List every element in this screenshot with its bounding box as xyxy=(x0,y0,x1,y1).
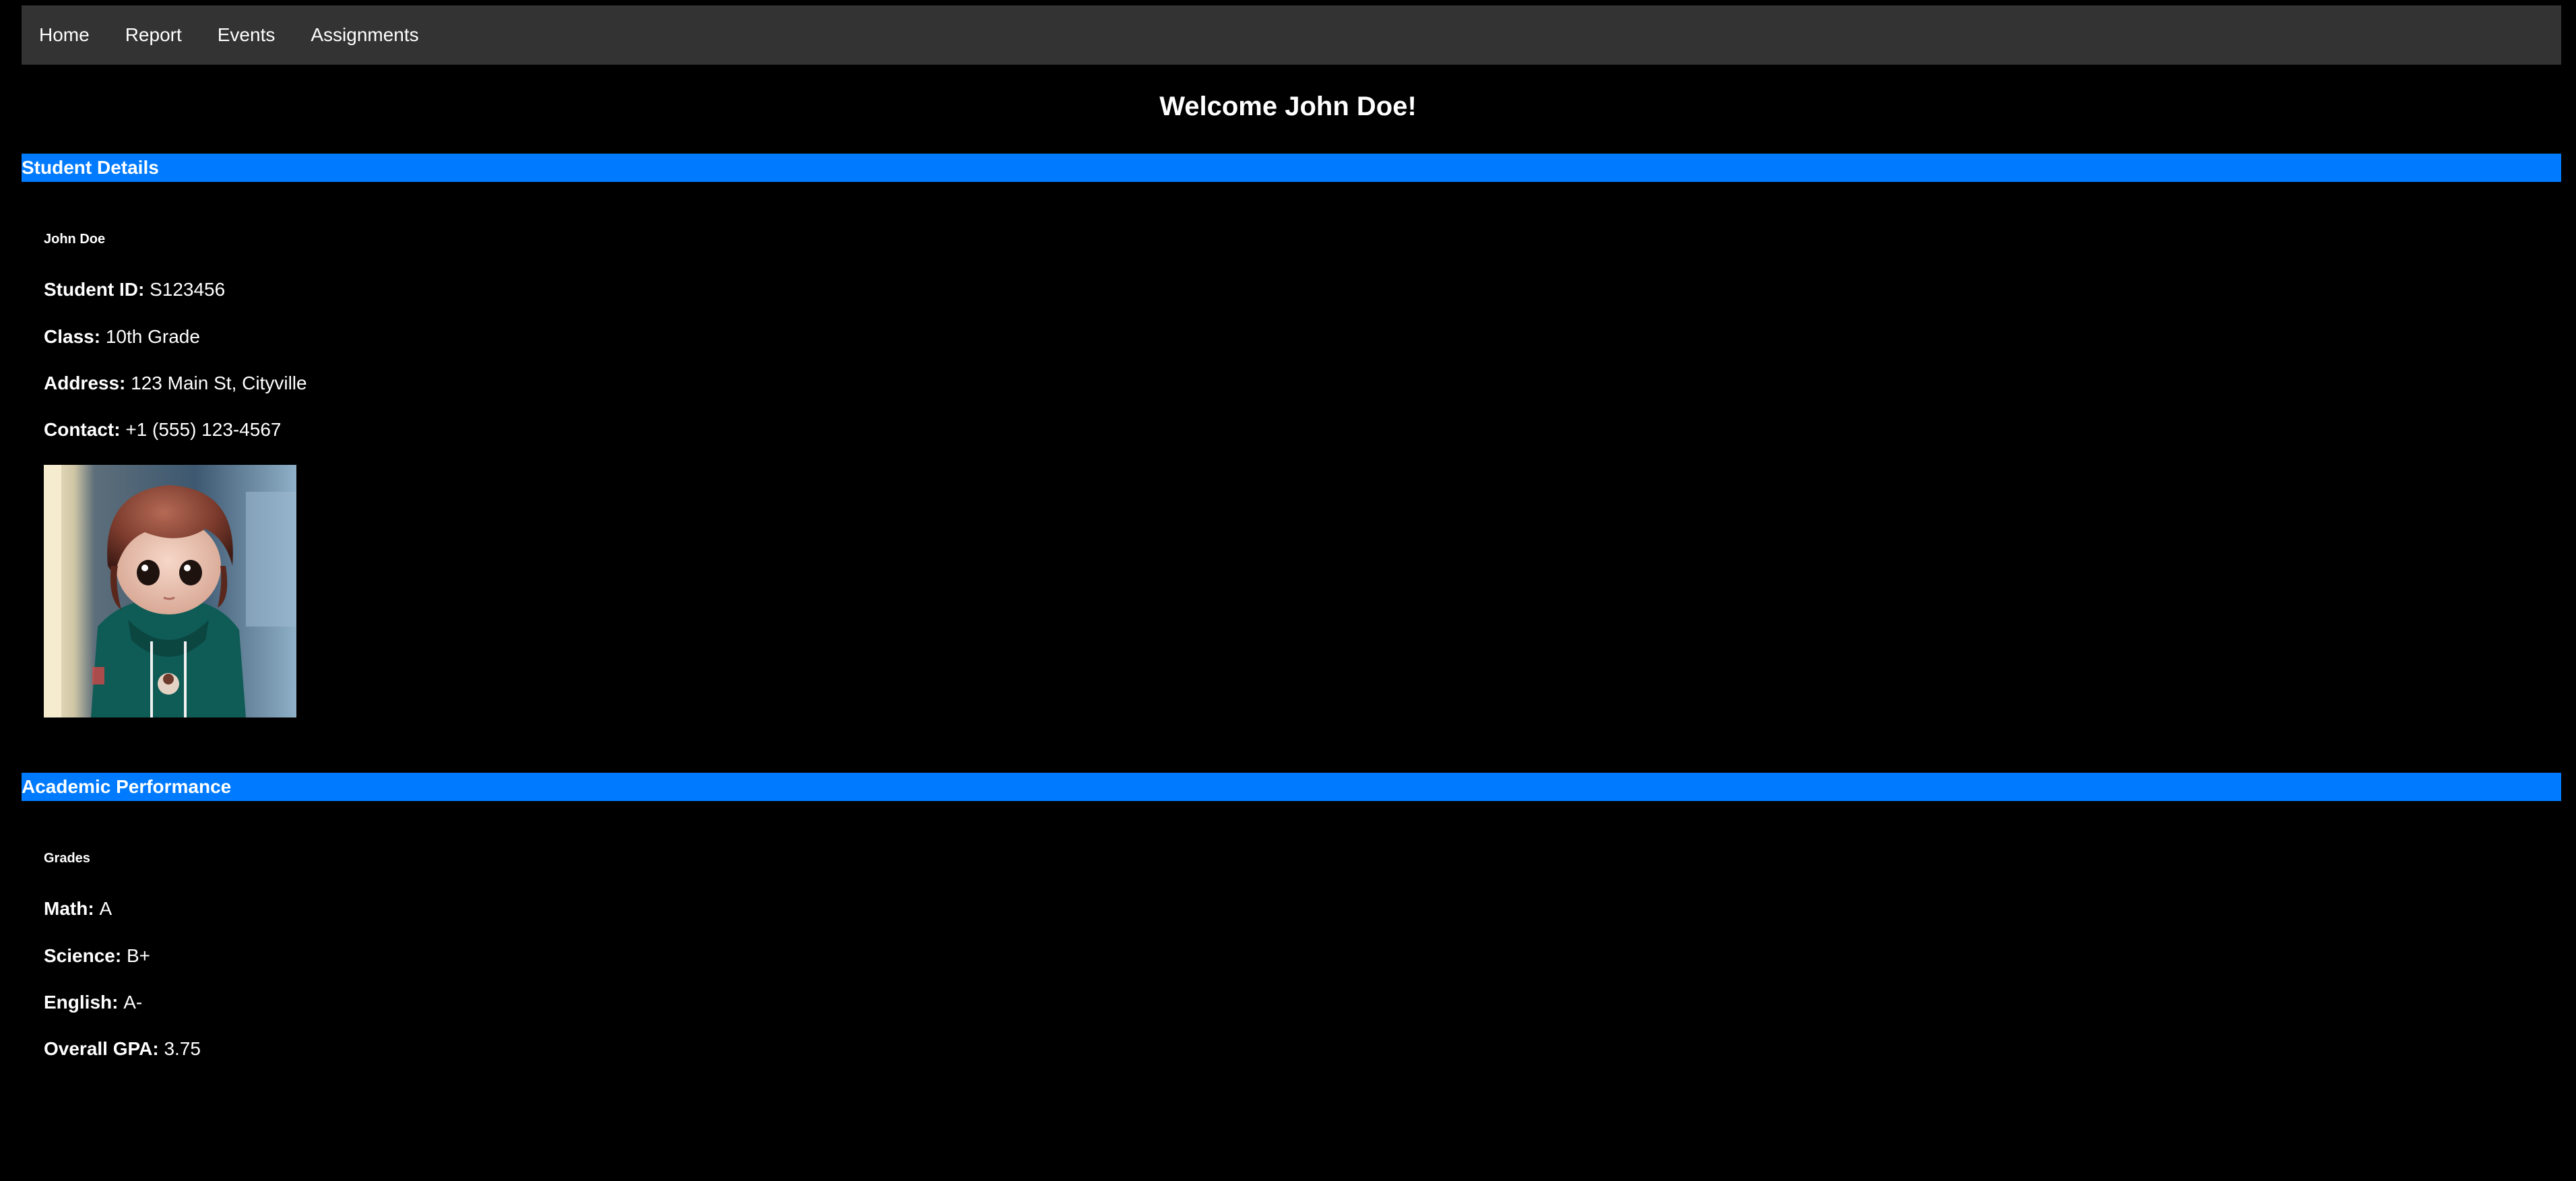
math-label: Math: xyxy=(44,898,100,919)
welcome-heading: Welcome John Doe! xyxy=(1159,92,1417,121)
student-photo xyxy=(44,465,296,717)
nav-home-link[interactable]: Home xyxy=(39,24,90,46)
academic-performance-header: Academic Performance xyxy=(22,773,2561,801)
address-row: Address: 123 Main St, Cityville xyxy=(44,373,307,394)
student-id-label: Student ID: xyxy=(44,279,150,300)
science-value: B+ xyxy=(126,945,150,966)
class-label: Class: xyxy=(44,326,106,347)
address-value: 123 Main St, Cityville xyxy=(131,373,307,393)
nav-assignments-link[interactable]: Assignments xyxy=(311,24,418,46)
student-id-row: Student ID: S123456 xyxy=(44,279,225,300)
gpa-row: Overall GPA: 3.75 xyxy=(44,1038,201,1060)
gpa-value: 3.75 xyxy=(164,1038,201,1059)
student-details-header: Student Details xyxy=(22,154,2561,182)
english-label: English: xyxy=(44,992,124,1013)
page: Home Report Events Assignments Welcome J… xyxy=(0,0,2576,1181)
nav-report-link[interactable]: Report xyxy=(125,24,182,46)
contact-value: +1 (555) 123-4567 xyxy=(125,419,282,440)
student-photo-illustration xyxy=(44,465,296,717)
nav-events-link[interactable]: Events xyxy=(218,24,276,46)
science-row: Science: B+ xyxy=(44,945,150,967)
top-navbar: Home Report Events Assignments xyxy=(22,5,2561,65)
contact-label: Contact: xyxy=(44,419,126,440)
science-label: Science: xyxy=(44,945,127,966)
student-id-value: S123456 xyxy=(150,279,226,300)
math-row: Math: A xyxy=(44,898,112,920)
grades-title: Grades xyxy=(44,851,90,866)
gpa-label: Overall GPA: xyxy=(44,1038,164,1059)
math-value: A xyxy=(99,898,112,919)
academic-performance-section: Grades Math: A Science: B+ English: A- O… xyxy=(44,851,448,1066)
student-name: John Doe xyxy=(44,232,106,247)
english-value: A- xyxy=(123,992,143,1013)
student-details-section: John Doe Student ID: S123456 Class: 10th… xyxy=(44,232,448,724)
contact-row: Contact: +1 (555) 123-4567 xyxy=(44,419,282,441)
class-row: Class: 10th Grade xyxy=(44,326,200,348)
address-label: Address: xyxy=(44,373,131,393)
class-value: 10th Grade xyxy=(105,326,200,347)
english-row: English: A- xyxy=(44,992,142,1013)
